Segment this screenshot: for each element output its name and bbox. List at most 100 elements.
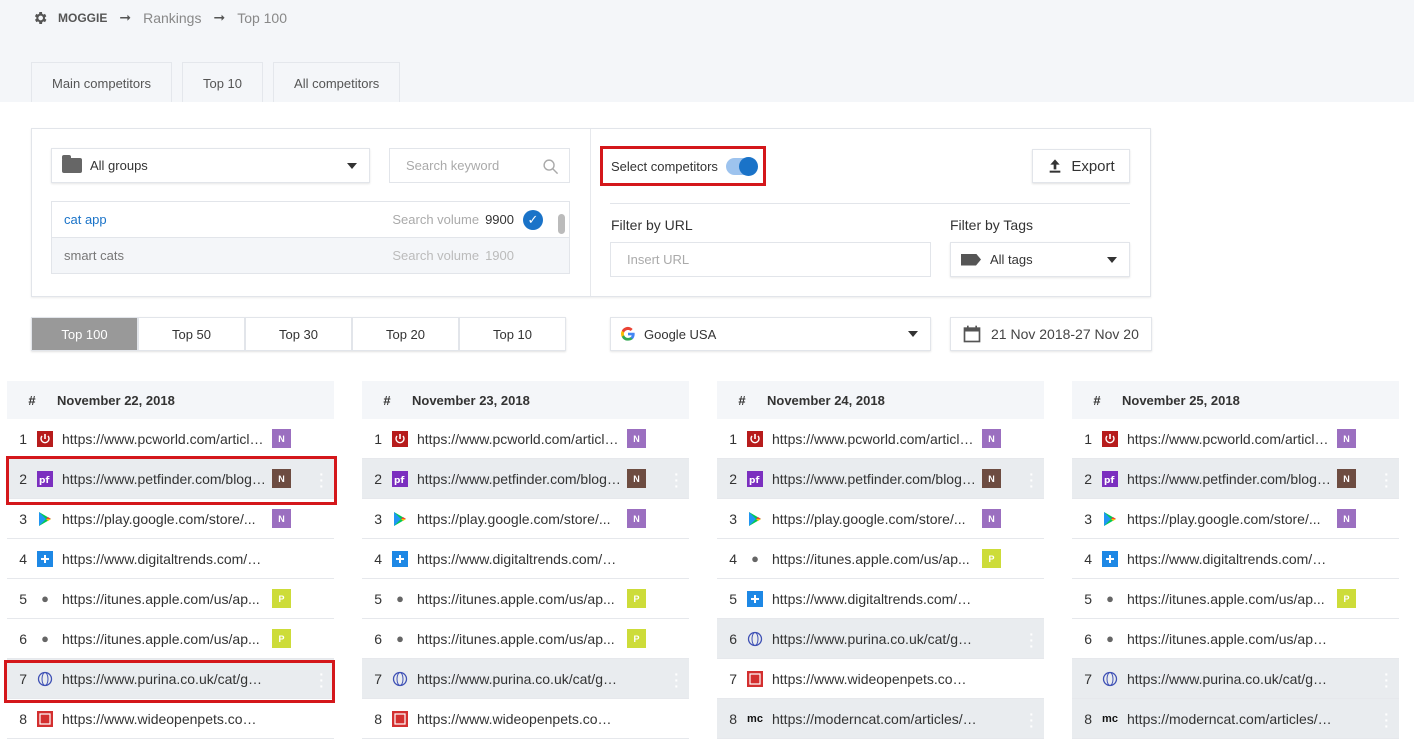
- ranking-url[interactable]: https://www.petfinder.com/blog/...: [417, 471, 622, 487]
- url-type-badge: P: [272, 629, 291, 648]
- rank-number: 1: [19, 430, 27, 447]
- top-10-button[interactable]: Top 10: [459, 317, 566, 351]
- more-options-icon[interactable]: · · ·: [1384, 667, 1389, 693]
- ranking-row[interactable]: 7 https://www.wideopenpets.com/t...: [717, 659, 1044, 699]
- ranking-url[interactable]: https://www.digitaltrends.com/m...: [772, 591, 977, 607]
- keyword-list[interactable]: cat app Search volume 9900 ✓ smart cats S…: [51, 201, 570, 274]
- ranking-row[interactable]: 8 mc https://moderncat.com/articles/a... · ·…: [717, 699, 1044, 739]
- ranking-row[interactable]: 4 https://www.digitaltrends.com/m...: [7, 539, 334, 579]
- ranking-url[interactable]: https://itunes.apple.com/us/ap...: [1127, 591, 1332, 607]
- ranking-url[interactable]: https://itunes.apple.com/us/ap...: [772, 551, 977, 567]
- ranking-url[interactable]: https://itunes.apple.com/us/app/...: [1127, 631, 1332, 647]
- ranking-row[interactable]: 8 mc https://moderncat.com/articles/a... · ·…: [1072, 699, 1399, 739]
- breadcrumb-project[interactable]: MOGGIE: [58, 11, 107, 25]
- ranking-row[interactable]: 4 https://www.digitaltrends.com/m...: [362, 539, 689, 579]
- ranking-row[interactable]: 1 https://www.pcworld.com/article/... N: [1072, 419, 1399, 459]
- ranking-row[interactable]: 3 https://play.google.com/store/... N: [7, 499, 334, 539]
- ranking-row[interactable]: 8 https://www.wideopenpets.com/t...: [362, 699, 689, 739]
- ranking-url[interactable]: https://moderncat.com/articles/a...: [1127, 711, 1332, 727]
- ranking-row[interactable]: 1 https://www.pcworld.com/article/... N: [7, 419, 334, 459]
- more-options-icon[interactable]: · · ·: [1384, 707, 1389, 733]
- more-options-icon[interactable]: · · ·: [1384, 467, 1389, 493]
- ranking-row[interactable]: 7 https://www.purina.co.uk/cat/go-... · · ·: [362, 659, 689, 699]
- ranking-row[interactable]: 6 ● https://itunes.apple.com/us/app/...: [1072, 619, 1399, 659]
- url-type-badge: P: [627, 629, 646, 648]
- top-30-button[interactable]: Top 30: [245, 317, 352, 351]
- ranking-url[interactable]: https://www.petfinder.com/blog/...: [772, 471, 977, 487]
- ranking-row[interactable]: 2 pf https://www.petfinder.com/blog/... N · ·…: [1072, 459, 1399, 499]
- ranking-row[interactable]: 1 https://www.pcworld.com/article/... N: [717, 419, 1044, 459]
- rank-number: 2: [1084, 470, 1092, 487]
- tab-top-10[interactable]: Top 10: [181, 62, 264, 102]
- search-icon[interactable]: [542, 158, 559, 175]
- ranking-url[interactable]: https://itunes.apple.com/us/ap...: [62, 591, 267, 607]
- ranking-row[interactable]: 6 ● https://itunes.apple.com/us/ap... P: [7, 619, 334, 659]
- keyword-item[interactable]: cat app Search volume 9900 ✓: [52, 202, 569, 238]
- groups-select[interactable]: All groups: [51, 148, 370, 183]
- ranking-row[interactable]: 5 https://www.digitaltrends.com/m...: [717, 579, 1044, 619]
- ranking-row[interactable]: 3 https://play.google.com/store/... N: [717, 499, 1044, 539]
- ranking-url[interactable]: https://www.purina.co.uk/cat/go-...: [1127, 671, 1332, 687]
- top-50-button[interactable]: Top 50: [138, 317, 245, 351]
- ranking-url[interactable]: https://www.digitaltrends.com/m...: [62, 551, 267, 567]
- ranking-url[interactable]: https://moderncat.com/articles/a...: [772, 711, 977, 727]
- ranking-url[interactable]: https://www.pcworld.com/article/...: [417, 431, 622, 447]
- ranking-url[interactable]: https://www.digitaltrends.com/m...: [1127, 551, 1332, 567]
- tab-all-competitors[interactable]: All competitors: [273, 62, 401, 102]
- ranking-row[interactable]: 6 ● https://itunes.apple.com/us/ap... P: [362, 619, 689, 659]
- date-range-picker[interactable]: 21 Nov 2018-27 Nov 20: [950, 317, 1152, 351]
- more-options-icon[interactable]: · · ·: [1029, 467, 1034, 493]
- search-keyword-input[interactable]: Search keyword: [389, 148, 570, 183]
- ranking-url[interactable]: https://www.pcworld.com/article/...: [62, 431, 267, 447]
- more-options-icon[interactable]: · · ·: [1029, 707, 1034, 733]
- keyword-list-scrollbar[interactable]: [558, 214, 565, 234]
- url-input[interactable]: Insert URL: [610, 242, 931, 277]
- ranking-row[interactable]: 8 https://www.wideopenpets.com/t...: [7, 699, 334, 739]
- select-competitors-toggle[interactable]: [726, 157, 758, 176]
- ranking-url[interactable]: https://play.google.com/store/...: [772, 511, 977, 527]
- ranking-row[interactable]: 5 ● https://itunes.apple.com/us/ap... P: [7, 579, 334, 619]
- ranking-url[interactable]: https://www.digitaltrends.com/m...: [417, 551, 622, 567]
- ranking-row[interactable]: 5 ● https://itunes.apple.com/us/ap... P: [362, 579, 689, 619]
- breadcrumb-rankings[interactable]: Rankings: [143, 10, 201, 26]
- ranking-row[interactable]: 4 ● https://itunes.apple.com/us/ap... P: [717, 539, 1044, 579]
- ranking-url[interactable]: https://itunes.apple.com/us/ap...: [417, 591, 622, 607]
- folder-icon: [62, 155, 82, 173]
- ranking-url[interactable]: https://itunes.apple.com/us/ap...: [62, 631, 267, 647]
- ranking-row[interactable]: 6 https://www.purina.co.uk/cat/go-... · · ·: [717, 619, 1044, 659]
- chevron-down-icon: [908, 331, 918, 337]
- ranking-url[interactable]: https://www.wideopenpets.com/t...: [772, 671, 977, 687]
- ranking-url[interactable]: https://www.wideopenpets.com/t...: [417, 711, 622, 727]
- url-type-badge: N: [1337, 469, 1356, 488]
- moderncat-icon: mc: [747, 712, 763, 725]
- more-options-icon[interactable]: · · ·: [674, 667, 679, 693]
- gear-icon[interactable]: [32, 10, 48, 26]
- keyword-item[interactable]: smart cats Search volume 1900: [52, 238, 569, 274]
- ranking-row[interactable]: 5 ● https://itunes.apple.com/us/ap... P: [1072, 579, 1399, 619]
- ranking-row[interactable]: 2 pf https://www.petfinder.com/blog/... N · ·…: [362, 459, 689, 499]
- more-options-icon[interactable]: · · ·: [674, 467, 679, 493]
- top-20-button[interactable]: Top 20: [352, 317, 459, 351]
- engine-select[interactable]: Google USA: [610, 317, 931, 351]
- ranking-url[interactable]: https://itunes.apple.com/us/ap...: [417, 631, 622, 647]
- ranking-row[interactable]: 3 https://play.google.com/store/... N: [362, 499, 689, 539]
- ranking-url[interactable]: https://play.google.com/store/...: [417, 511, 622, 527]
- more-options-icon[interactable]: · · ·: [1029, 627, 1034, 653]
- ranking-url[interactable]: https://www.pcworld.com/article/...: [772, 431, 977, 447]
- tab-main-competitors[interactable]: Main competitors: [31, 62, 172, 102]
- ranking-row[interactable]: 1 https://www.pcworld.com/article/... N: [362, 419, 689, 459]
- ranking-url[interactable]: https://www.petfinder.com/blog/...: [1127, 471, 1332, 487]
- export-button[interactable]: Export: [1032, 149, 1130, 183]
- ranking-url[interactable]: https://www.purina.co.uk/cat/go-...: [417, 671, 622, 687]
- ranking-url[interactable]: https://www.purina.co.uk/cat/go-...: [772, 631, 977, 647]
- ranking-row[interactable]: 2 pf https://www.petfinder.com/blog/... N · ·…: [717, 459, 1044, 499]
- tags-select[interactable]: All tags: [950, 242, 1130, 277]
- ranking-url[interactable]: https://play.google.com/store/...: [1127, 511, 1332, 527]
- ranking-url[interactable]: https://play.google.com/store/...: [62, 511, 267, 527]
- ranking-row[interactable]: 3 https://play.google.com/store/... N: [1072, 499, 1399, 539]
- ranking-url[interactable]: https://www.pcworld.com/article/...: [1127, 431, 1332, 447]
- ranking-url[interactable]: https://www.wideopenpets.com/t...: [62, 711, 267, 727]
- ranking-row[interactable]: 7 https://www.purina.co.uk/cat/go-... · · ·: [1072, 659, 1399, 699]
- top-100-button[interactable]: Top 100: [31, 317, 138, 351]
- ranking-row[interactable]: 4 https://www.digitaltrends.com/m...: [1072, 539, 1399, 579]
